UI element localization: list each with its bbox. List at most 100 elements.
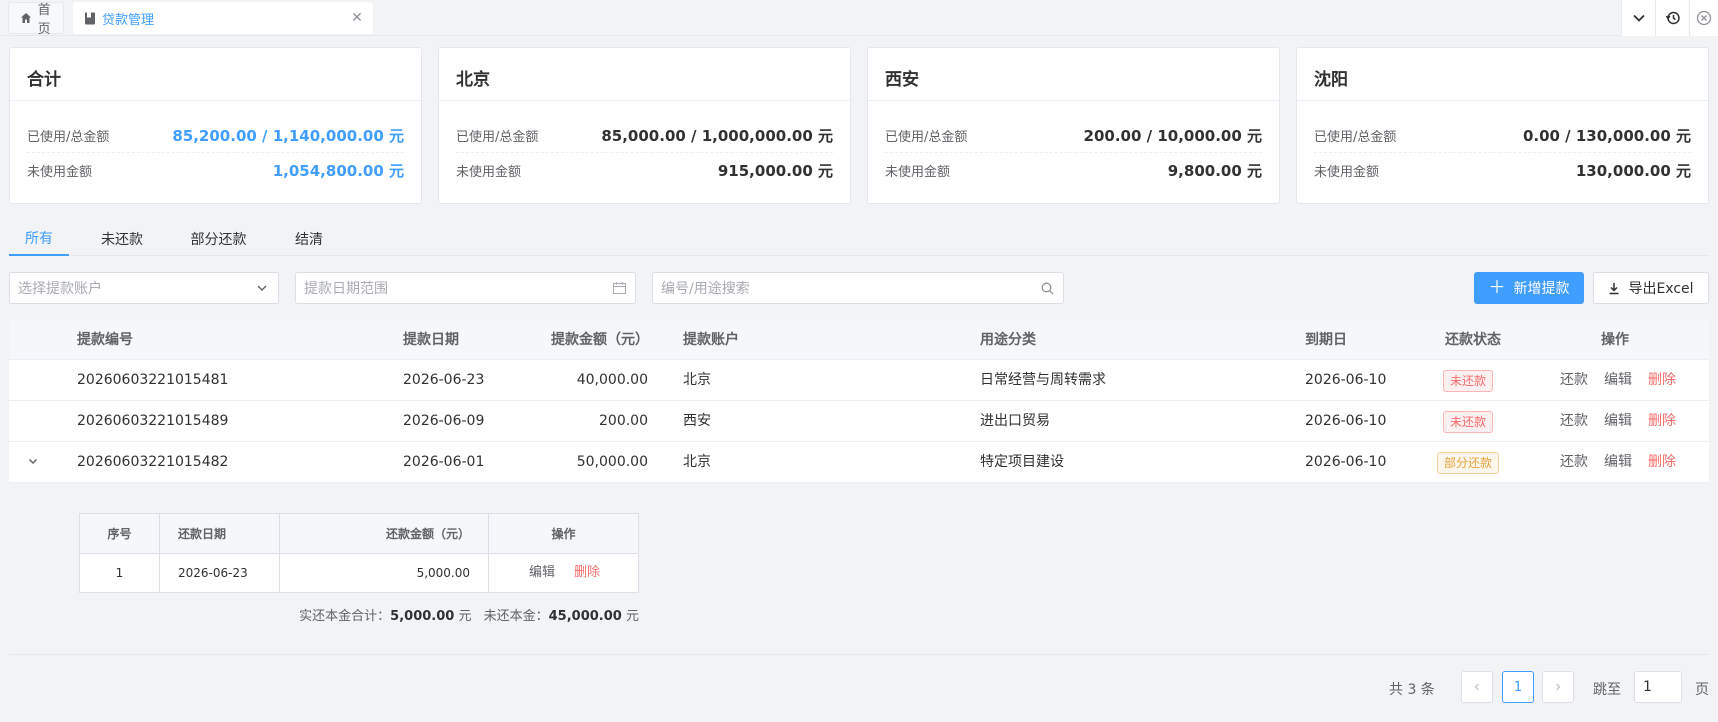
delete-link[interactable]: 删除 <box>574 554 600 592</box>
add-withdrawal-label: 新增提款 <box>1513 281 1570 297</box>
chevron-left-icon <box>1474 683 1479 691</box>
card-title: 沈阳 <box>1314 70 1348 90</box>
col-repay-date: 还款日期 <box>160 514 280 554</box>
cell-date: 2026-06-23 <box>403 372 485 388</box>
status-badge: 部分还款 <box>1437 452 1500 474</box>
cell-date: 2026-06-01 <box>403 454 485 470</box>
chevron-down-icon <box>1632 14 1645 22</box>
cell-account: 北京 <box>683 454 711 470</box>
table-row: 20260603221015482 2026-06-01 50,000.00 北… <box>9 442 1709 483</box>
col-withdrawal-amount: 提款金额（元） <box>551 332 649 348</box>
card-unused-value: 130,000.00 元 <box>1575 161 1691 180</box>
summary-card-beijing: 北京 已使用/总金额 85,000.00 / 1,000,000.00 元 未使… <box>438 47 851 204</box>
prev-page-button[interactable] <box>1461 671 1493 703</box>
tab-all[interactable]: 所有 <box>9 222 69 256</box>
tab-home-label: 首页 <box>37 3 51 37</box>
edit-link[interactable]: 编辑 <box>1604 442 1632 482</box>
card-used-label: 已使用/总金额 <box>456 130 539 145</box>
status-badge: 未还款 <box>1443 370 1494 392</box>
delete-link[interactable]: 删除 <box>1648 360 1676 400</box>
tab-settled[interactable]: 结清 <box>284 222 334 256</box>
account-select-placeholder: 选择提款账户 <box>18 281 102 297</box>
repay-link[interactable]: 还款 <box>1560 442 1588 482</box>
summary-card-xian: 西安 已使用/总金额 200.00 / 10,000.00 元 未使用金额 9,… <box>867 47 1280 204</box>
col-repay-amount: 还款金额（元） <box>280 514 489 554</box>
add-withdrawal-button[interactable]: ＋ 新增提款 <box>1474 272 1584 304</box>
delete-link[interactable]: 删除 <box>1648 401 1676 441</box>
cell-due: 2026-06-10 <box>1305 454 1387 470</box>
card-unused-row: 未使用金额 9,800.00 元 <box>885 153 1262 187</box>
card-used-label: 已使用/总金额 <box>885 130 968 145</box>
card-used-label: 已使用/总金额 <box>27 130 110 145</box>
next-page-button[interactable] <box>1542 671 1574 703</box>
table-row: 1 2026-06-23 5,000.00 编辑 删除 <box>80 554 638 592</box>
col-purpose: 用途分类 <box>980 332 1036 348</box>
repayment-summary: 实还本金合计：5,000.00 元 未还本金：45,000.00 元 <box>9 605 639 624</box>
card-used-value: 85,200.00 / 1,140,000.00 元 <box>172 127 404 145</box>
repay-link[interactable]: 还款 <box>1560 401 1588 441</box>
export-excel-button[interactable]: 导出Excel <box>1593 272 1709 304</box>
card-divider <box>1297 100 1708 101</box>
page-number-current[interactable]: 1 <box>1502 671 1534 703</box>
cell-id: 20260603221015489 <box>77 413 229 429</box>
card-title: 西安 <box>885 70 919 90</box>
tab-partial[interactable]: 部分还款 <box>181 222 256 256</box>
download-icon <box>1609 282 1619 294</box>
jump-page-input[interactable]: 1 <box>1634 671 1682 703</box>
cell-date: 2026-06-09 <box>403 413 485 429</box>
history-button[interactable] <box>1655 0 1689 36</box>
card-used-row: 已使用/总金额 85,000.00 / 1,000,000.00 元 <box>456 119 833 153</box>
search-icon[interactable] <box>1040 281 1054 295</box>
repayment-table: 序号 还款日期 还款金额（元） 操作 1 2026-06-23 5,000.00… <box>79 513 639 593</box>
edit-link[interactable]: 编辑 <box>1604 360 1632 400</box>
close-icon[interactable]: ✕ <box>349 10 365 26</box>
card-title: 合计 <box>27 70 61 90</box>
col-withdrawal-date: 提款日期 <box>403 332 459 348</box>
paid-label: 实还本金合计： <box>299 609 391 624</box>
tab-loan-management[interactable]: 贷款管理 ✕ <box>73 2 373 34</box>
cell-repay-date: 2026-06-23 <box>160 554 280 592</box>
tab-unpaid[interactable]: 未还款 <box>92 222 152 256</box>
col-withdrawal-id: 提款编号 <box>77 332 133 348</box>
unpaid-unit: 元 <box>625 609 639 624</box>
table-row: 20260603221015481 2026-06-23 40,000.00 北… <box>9 360 1709 401</box>
book-icon <box>83 11 97 25</box>
date-range-picker[interactable]: 提款日期范围 <box>295 272 636 304</box>
edit-link[interactable]: 编辑 <box>529 554 555 592</box>
edit-link[interactable]: 编辑 <box>1604 401 1632 441</box>
home-icon <box>19 11 33 25</box>
cell-amount: 40,000.00 <box>576 372 648 388</box>
cell-id: 20260603221015481 <box>77 372 229 388</box>
col-no: 序号 <box>80 514 160 554</box>
tabs-dropdown-button[interactable] <box>1621 0 1655 36</box>
cell-amount: 200.00 <box>599 413 648 429</box>
search-placeholder: 编号/用途搜索 <box>661 281 750 297</box>
status-badge: 未还款 <box>1443 411 1494 433</box>
repay-link[interactable]: 还款 <box>1560 360 1588 400</box>
close-all-button[interactable] <box>1689 0 1718 36</box>
tab-loan-label: 贷款管理 <box>102 12 155 28</box>
summary-card-shenyang: 沈阳 已使用/总金额 0.00 / 130,000.00 元 未使用金额 130… <box>1296 47 1709 204</box>
account-select[interactable]: 选择提款账户 <box>9 272 279 304</box>
card-unused-row: 未使用金额 130,000.00 元 <box>1314 153 1691 187</box>
search-input[interactable]: 编号/用途搜索 <box>652 272 1064 304</box>
card-divider <box>10 100 421 101</box>
card-used-label: 已使用/总金额 <box>1314 130 1397 145</box>
cell-due: 2026-06-10 <box>1305 413 1387 429</box>
cell-id: 20260603221015482 <box>77 454 229 470</box>
cell-account: 西安 <box>683 413 711 429</box>
card-used-row: 已使用/总金额 0.00 / 130,000.00 元 <box>1314 119 1691 153</box>
chevron-down-icon[interactable] <box>26 454 42 470</box>
cell-purpose: 特定项目建设 <box>980 454 1064 470</box>
card-used-value: 85,000.00 / 1,000,000.00 元 <box>601 127 833 145</box>
card-unused-label: 未使用金额 <box>885 164 951 180</box>
chevron-right-icon <box>1556 683 1561 691</box>
tab-home[interactable]: 首页 <box>8 2 64 37</box>
delete-link[interactable]: 删除 <box>1648 442 1676 482</box>
card-used-value: 200.00 / 10,000.00 元 <box>1083 127 1262 145</box>
col-status: 还款状态 <box>1445 332 1501 348</box>
col-operations: 操作 <box>1601 332 1629 348</box>
status-tabs: 所有 未还款 部分还款 结清 <box>9 222 1709 256</box>
cell-account: 北京 <box>683 372 711 388</box>
cell-no: 1 <box>80 554 160 592</box>
